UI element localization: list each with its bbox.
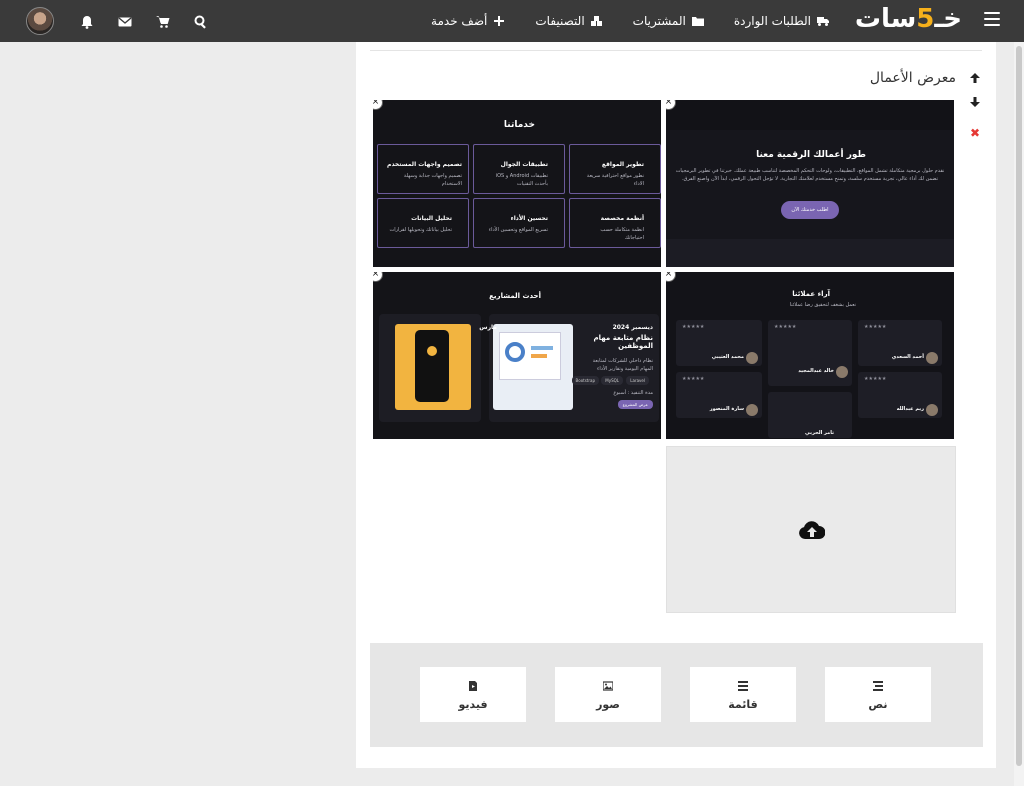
user-icons [20, 0, 232, 42]
nav-incoming-orders[interactable]: الطلبات الواردة [734, 14, 829, 28]
user-avatar[interactable] [26, 7, 54, 35]
search-icon[interactable] [194, 14, 208, 29]
gallery-image[interactable]: × أحدث المشاريع ديسمبر 2024 نظام متابعة … [373, 272, 661, 439]
thumb-title: خدماتنا [503, 120, 535, 130]
thumb-title: أحدث المشاريع [489, 292, 541, 300]
bell-icon[interactable] [80, 14, 94, 29]
review-card: ★★★★★ أحمد السعدي [858, 320, 942, 366]
gallery-image[interactable]: × طور أعمالك الرقمية معنا نقدم حلول برمج… [666, 100, 954, 267]
image-icon [602, 681, 614, 691]
add-list-button[interactable]: قائمة [690, 667, 796, 722]
add-images-button[interactable]: صور [555, 667, 661, 722]
envelope-icon[interactable] [118, 14, 132, 28]
add-block-toolbar: نص قائمة صور فيديو [370, 643, 983, 747]
thumb-text: نقدم حلول برمجية متكاملة تشمل المواقع، ا… [675, 168, 945, 182]
section-title: معرض الأعمال [869, 70, 956, 86]
nav-add-service[interactable]: أضف خدمة [431, 14, 505, 28]
gallery-image[interactable]: × خدماتنا تطوير المواقع نطور مواقع احترا… [373, 100, 661, 267]
project-card: ديسمبر 2024 نظام متابعة مهام الموظفين نظ… [489, 314, 659, 422]
review-card: ★★★★★ سارة المنصور [676, 372, 762, 418]
site-logo[interactable]: خـ5سات [855, 4, 962, 34]
page-scrollbar[interactable] [1014, 42, 1024, 786]
thumb-title: آراء عملائنا [792, 290, 830, 298]
nav-purchases[interactable]: المشتريات [633, 14, 704, 28]
cart-icon[interactable] [156, 14, 170, 28]
thumb-cta: اطلب خدمتك الآن [781, 201, 839, 219]
truck-icon [817, 17, 829, 26]
divider [370, 50, 982, 51]
project-card: مارس [379, 314, 497, 422]
service-card: تصميم واجهات المستخدم تصميم واجهات جذابة… [377, 144, 469, 194]
service-card: تطبيقات الجوال تطبيقات Android و iOS بأح… [473, 144, 565, 194]
portfolio-panel: معرض الأعمال ✖ × طور أعمالك الرقمية معنا… [356, 42, 996, 768]
review-card: ★★★★★ خالد عبدالمجيد [768, 320, 852, 386]
service-card: تحليل البيانات تحليل بياناتك وتحويلها لق… [377, 198, 469, 248]
service-card: تحسين الأداء تسريع المواقع وتحسين الأداء [473, 198, 565, 248]
video-file-icon [469, 681, 477, 691]
service-card: أنظمة مخصصة انظمة متكاملة حسب احتياجاتك [569, 198, 661, 248]
main-nav: أضف خدمة التصنيفات المشتريات الطلبات الو… [431, 0, 829, 42]
cloud-upload-icon [799, 521, 825, 539]
move-up-arrow-icon[interactable] [970, 68, 980, 83]
scrollbar-thumb[interactable] [1016, 46, 1022, 766]
review-card: ★★★★★ محمد العتيبي [676, 320, 762, 366]
nav-categories[interactable]: التصنيفات [535, 14, 602, 28]
text-icon [873, 681, 883, 691]
plus-icon [494, 16, 505, 26]
upload-dropzone[interactable] [666, 446, 956, 613]
review-card: تامر الحربي [768, 392, 852, 438]
top-navbar: خـ5سات أضف خدمة التصنيفات المشتريات الطل… [0, 0, 1024, 42]
list-icon [738, 681, 748, 691]
hamburger-menu-icon[interactable] [984, 12, 1000, 26]
gallery-image[interactable]: × آراء عملائنا نعمل بشغف لتحقيق رضا عملا… [666, 272, 954, 439]
thumb-title: طور أعمالك الرقمية معنا [756, 150, 866, 160]
close-icon[interactable]: × [373, 272, 383, 282]
review-card: ★★★★★ ريم عبدالله [858, 372, 942, 418]
add-video-button[interactable]: فيديو [420, 667, 526, 722]
remove-section-icon[interactable]: ✖ [970, 126, 980, 140]
cubes-icon [590, 16, 602, 26]
service-card: تطوير المواقع نطور مواقع احترافية سريعة … [569, 144, 661, 194]
close-icon[interactable]: × [373, 100, 383, 110]
move-down-arrow-icon[interactable] [970, 92, 980, 107]
close-icon[interactable]: × [666, 272, 676, 282]
folder-icon [691, 17, 704, 26]
add-text-button[interactable]: نص [825, 667, 931, 722]
